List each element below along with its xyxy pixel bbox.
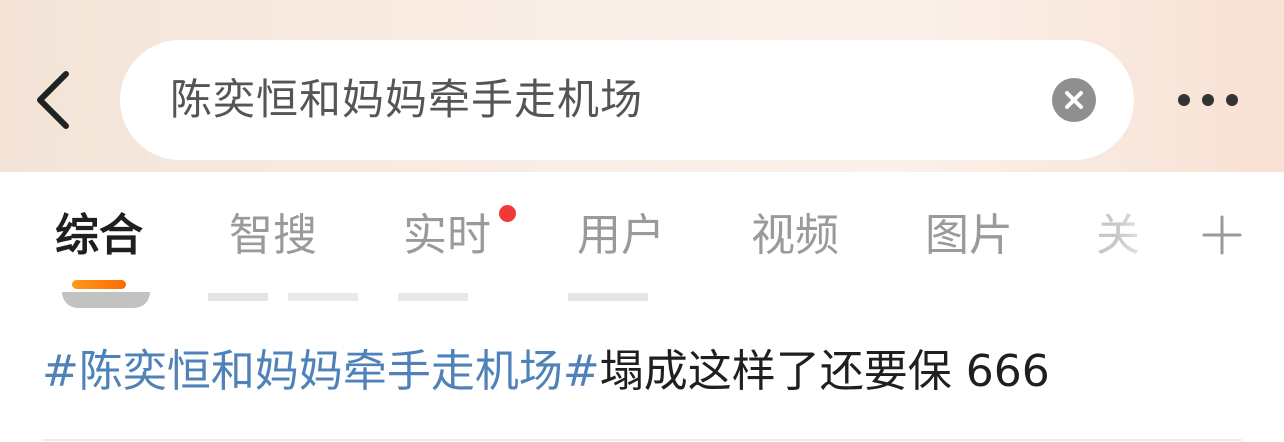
chevron-left-icon — [37, 71, 69, 129]
scrolled-user-info — [208, 293, 648, 301]
tab-smart-search[interactable]: 智搜 — [229, 208, 317, 264]
more-button[interactable] — [1170, 86, 1250, 114]
more-dot-icon — [1226, 94, 1238, 106]
search-header: 陈奕恒和妈妈牵手走机场 — [0, 0, 1284, 172]
clear-search-button[interactable] — [1052, 78, 1096, 122]
post-body-text: 塌成这样了还要保 666 — [599, 346, 1050, 397]
tab-users[interactable]: 用户 — [577, 208, 665, 264]
avatar[interactable] — [62, 292, 150, 308]
more-dot-icon — [1202, 94, 1214, 106]
plus-icon — [1202, 215, 1242, 255]
search-input[interactable]: 陈奕恒和妈妈牵手走机场 — [170, 74, 643, 126]
add-tab-button[interactable] — [1200, 213, 1244, 257]
divider — [42, 439, 1242, 441]
active-tab-indicator — [72, 280, 126, 289]
tab-images[interactable]: 图片 — [925, 208, 1013, 264]
notification-dot — [499, 205, 516, 222]
tab-realtime[interactable]: 实时 — [403, 208, 491, 264]
tab-comprehensive[interactable]: 综合 — [55, 208, 143, 264]
more-dot-icon — [1178, 94, 1190, 106]
hashtag-link[interactable]: #陈奕恒和妈妈牵手走机场# — [42, 346, 600, 397]
close-icon — [1065, 91, 1083, 109]
search-tabs: 综合 智搜 实时 用户 视频 图片 — [0, 172, 1284, 300]
back-button[interactable] — [30, 68, 78, 132]
post-content: #陈奕恒和妈妈牵手走机场#塌成这样了还要保 666 — [42, 342, 1050, 402]
search-bar[interactable]: 陈奕恒和妈妈牵手走机场 — [120, 40, 1134, 160]
tab-videos[interactable]: 视频 — [751, 208, 839, 264]
tab-follow[interactable]: 关 — [1096, 208, 1166, 264]
